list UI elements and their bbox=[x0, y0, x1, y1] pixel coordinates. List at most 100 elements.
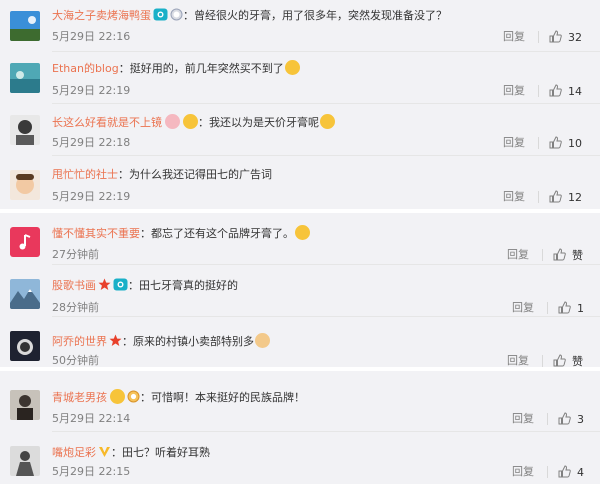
comment-item: 懂不懂其实不重要：都忘了还有这个品牌牙膏了。 27分钟前 回复 赞 bbox=[0, 213, 600, 265]
laughing-tears-emoji-icon bbox=[320, 114, 335, 129]
thumbs-up-icon bbox=[558, 301, 571, 314]
verified-v-badge-icon bbox=[98, 445, 111, 462]
comment-username[interactable]: 懂不懂其实不重要 bbox=[52, 227, 140, 240]
star-badge-icon bbox=[98, 278, 111, 295]
like-count: 10 bbox=[568, 137, 582, 150]
thumbs-up-icon bbox=[558, 412, 571, 425]
like-count: 12 bbox=[568, 191, 582, 204]
avatar[interactable] bbox=[10, 446, 40, 476]
sunglasses-emoji-icon bbox=[183, 114, 198, 129]
reply-button[interactable]: 回复 bbox=[512, 412, 534, 426]
reply-button[interactable]: 回复 bbox=[503, 136, 525, 150]
comment-item: 青城老男孩 ：可惜啊！本来挺好的民族品牌！ 5月29日 22:14 回复 3 bbox=[0, 371, 600, 432]
like-button[interactable]: 10 bbox=[549, 136, 582, 151]
action-divider bbox=[538, 31, 539, 43]
action-divider bbox=[538, 191, 539, 203]
heart-eyes-emoji-icon bbox=[165, 114, 180, 129]
comment-text: ：可惜啊！本来挺好的民族品牌！ bbox=[140, 391, 305, 404]
avatar[interactable] bbox=[10, 11, 40, 41]
like-count: 1 bbox=[577, 302, 584, 315]
comment-item: 阿乔的世界 ：原来的村镇小卖部特别多 50分钟前 回复 赞 bbox=[0, 317, 600, 369]
comment-time: 5月29日 22:14 bbox=[52, 412, 131, 425]
like-count: 32 bbox=[568, 31, 582, 44]
like-button[interactable]: 赞 bbox=[553, 248, 583, 263]
comment-time: 50分钟前 bbox=[52, 354, 99, 367]
like-button[interactable]: 4 bbox=[558, 465, 584, 480]
like-button[interactable]: 14 bbox=[549, 84, 582, 99]
comment-item: Ethan的blog：挺好用的，前几年突然买不到了 5月29日 22:19 回复… bbox=[0, 52, 600, 104]
vip-camera-badge-icon bbox=[153, 8, 168, 25]
comment-time: 28分钟前 bbox=[52, 301, 99, 314]
like-count: 4 bbox=[577, 466, 584, 479]
comment-username[interactable]: 大海之子卖烤海鸭蛋 bbox=[52, 9, 151, 22]
comment-time: 27分钟前 bbox=[52, 248, 99, 261]
avatar[interactable] bbox=[10, 170, 40, 200]
comment-text: ：曾经很火的牙膏，用了很多年，突然发现准备没了？ bbox=[183, 9, 447, 22]
reply-button[interactable]: 回复 bbox=[512, 301, 534, 315]
comment-username[interactable]: 嘴炮足彩 bbox=[52, 446, 96, 459]
action-divider bbox=[538, 85, 539, 97]
like-button[interactable]: 赞 bbox=[553, 354, 583, 369]
comment-username[interactable]: 长这么好看就是不上镜 bbox=[52, 116, 162, 129]
action-divider bbox=[547, 302, 548, 314]
sunglasses-emoji-icon bbox=[110, 389, 125, 404]
avatar[interactable] bbox=[10, 115, 40, 145]
comment-text: ：都忘了还有这个品牌牙膏了。 bbox=[140, 227, 294, 240]
thumbs-up-icon bbox=[549, 190, 562, 203]
comment-item: 嘴炮足彩 ：田七？听着好耳熟 5月29日 22:15 回复 4 bbox=[0, 432, 600, 484]
action-divider bbox=[538, 137, 539, 149]
comment-time: 5月29日 22:19 bbox=[52, 84, 131, 97]
like-button[interactable]: 12 bbox=[549, 190, 582, 205]
thumbs-up-icon bbox=[549, 30, 562, 43]
comment-time: 5月29日 22:19 bbox=[52, 190, 131, 203]
comment-item: 长这么好看就是不上镜 ：我还以为是天价牙膏呢 5月29日 22:18 回复 10 bbox=[0, 104, 600, 156]
vip-camera-badge-icon bbox=[113, 278, 128, 295]
comment-time: 5月29日 22:15 bbox=[52, 465, 131, 478]
comment-item: 大海之子卖烤海鸭蛋 ：曾经很火的牙膏，用了很多年，突然发现准备没了？ 5月29日 … bbox=[0, 0, 600, 52]
like-button[interactable]: 3 bbox=[558, 412, 584, 427]
avatar[interactable] bbox=[10, 279, 40, 309]
like-button[interactable]: 32 bbox=[549, 30, 582, 45]
comment-username[interactable]: 股歌书画 bbox=[52, 279, 96, 292]
dog-face-emoji-icon bbox=[255, 333, 270, 348]
comment-time: 5月29日 22:16 bbox=[52, 30, 131, 43]
like-button[interactable]: 1 bbox=[558, 301, 584, 316]
action-divider bbox=[547, 466, 548, 478]
reply-button[interactable]: 回复 bbox=[503, 30, 525, 44]
avatar[interactable] bbox=[10, 63, 40, 93]
reply-button[interactable]: 回复 bbox=[507, 248, 529, 262]
comment-time: 5月29日 22:18 bbox=[52, 136, 131, 149]
comment-item: 股歌书画 ：田七牙膏真的挺好的 28分钟前 回复 1 bbox=[0, 265, 600, 317]
thumbs-up-icon bbox=[553, 248, 566, 261]
action-divider bbox=[542, 249, 543, 261]
comment-username[interactable]: 青城老男孩 bbox=[52, 391, 107, 404]
thumbs-up-icon bbox=[549, 136, 562, 149]
star-badge-icon bbox=[109, 334, 122, 351]
thumbs-up-icon bbox=[549, 84, 562, 97]
comment-item: 甩忙忙的社士：为什么我还记得田七的广告词 5月29日 22:19 回复 12 bbox=[0, 156, 600, 208]
reply-button[interactable]: 回复 bbox=[507, 354, 529, 368]
reply-button[interactable]: 回复 bbox=[512, 465, 534, 479]
avatar[interactable] bbox=[10, 390, 40, 420]
comment-text: ：挺好用的，前几年突然买不到了 bbox=[118, 62, 284, 75]
like-count: 赞 bbox=[572, 249, 583, 262]
comment-text: ：我还以为是天价牙膏呢 bbox=[198, 116, 319, 129]
like-count: 14 bbox=[568, 85, 582, 98]
thumbs-up-icon bbox=[558, 465, 571, 478]
comment-username[interactable]: 甩忙忙的社士 bbox=[52, 168, 118, 181]
like-count: 3 bbox=[577, 413, 584, 426]
comment-text: ：为什么我还记得田七的广告词 bbox=[118, 168, 272, 181]
avatar[interactable] bbox=[10, 331, 40, 361]
comment-text: ：田七牙膏真的挺好的 bbox=[128, 279, 238, 292]
comment-username[interactable]: 阿乔的世界 bbox=[52, 335, 107, 348]
avatar[interactable] bbox=[10, 227, 40, 257]
laughing-tears-emoji-icon bbox=[284, 60, 300, 75]
comment-username[interactable]: Ethan的blog bbox=[52, 62, 119, 75]
reply-button[interactable]: 回复 bbox=[503, 190, 525, 204]
sweat-emoji-icon bbox=[295, 225, 310, 240]
reply-button[interactable]: 回复 bbox=[503, 84, 525, 98]
comment-text: ：田七？听着好耳熟 bbox=[111, 446, 210, 459]
thumbs-up-icon bbox=[553, 354, 566, 367]
action-divider bbox=[542, 355, 543, 367]
comment-text: ：原来的村镇小卖部特别多 bbox=[122, 335, 254, 348]
